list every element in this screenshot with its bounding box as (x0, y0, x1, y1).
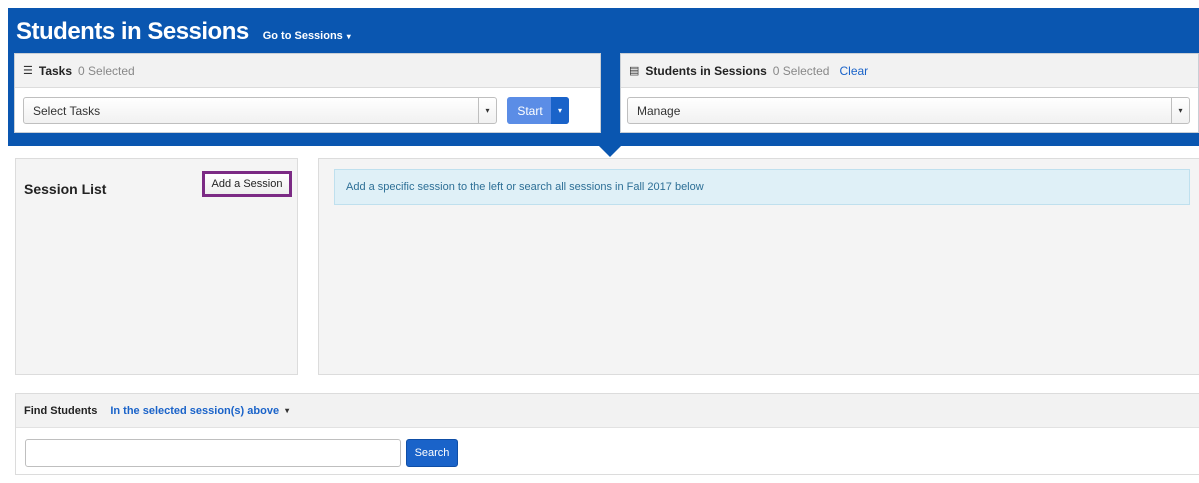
select-tasks-value: Select Tasks (33, 103, 101, 118)
session-list-panel: Session List Add a Session (15, 158, 298, 375)
header-pointer-arrow (598, 145, 622, 157)
select-tasks-dropdown[interactable]: Select Tasks ▾ (23, 97, 497, 124)
search-button[interactable]: Search (406, 439, 458, 467)
go-to-sessions-label: Go to Sessions (262, 30, 343, 42)
sis-label: Students in Sessions (645, 63, 767, 78)
find-students-label: Find Students (24, 404, 98, 417)
manage-dropdown[interactable]: Manage ▾ (627, 97, 1190, 124)
clear-link[interactable]: Clear (839, 64, 868, 78)
chevron-down-icon: ▾ (478, 98, 496, 123)
manage-value: Manage (637, 103, 681, 118)
info-message: Add a specific session to the left or se… (334, 169, 1190, 205)
title-row: Students in Sessions Go to Sessions ▾ (16, 18, 351, 46)
main-content-area: Add a specific session to the left or se… (318, 158, 1199, 375)
tasks-selected-count: 0 Selected (78, 63, 135, 78)
students-in-sessions-panel: ▤ Students in Sessions 0 Selected Clear … (620, 53, 1199, 133)
chevron-down-icon: ▾ (1171, 98, 1189, 123)
chevron-down-icon: ▾ (285, 406, 290, 415)
go-to-sessions-link[interactable]: Go to Sessions ▾ (263, 30, 351, 42)
tasks-panel-header: ☰ Tasks 0 Selected (15, 54, 600, 88)
search-scope-dropdown[interactable]: In the selected session(s) above ▾ (110, 405, 289, 417)
search-scope-label: In the selected session(s) above (110, 404, 280, 417)
start-button[interactable]: Start ▾ (507, 97, 569, 124)
sis-selected-count: 0 Selected (772, 63, 830, 78)
tasks-label: Tasks (38, 63, 73, 78)
session-list-title: Session List (24, 181, 107, 197)
tasks-panel: ☰ Tasks 0 Selected Select Tasks ▾ Start … (14, 53, 601, 133)
chevron-down-icon: ▾ (346, 31, 351, 41)
sis-panel-header: ▤ Students in Sessions 0 Selected Clear (621, 54, 1198, 88)
chevron-down-icon[interactable]: ▾ (551, 97, 569, 124)
find-students-header: Find Students In the selected session(s)… (16, 394, 1199, 428)
calendar-icon: ▤ (629, 65, 640, 77)
find-students-panel: Find Students In the selected session(s)… (15, 393, 1199, 475)
start-button-label: Start (517, 103, 543, 118)
find-students-input[interactable] (25, 439, 401, 467)
add-session-button[interactable]: Add a Session (202, 171, 292, 197)
list-icon: ☰ (23, 65, 33, 77)
page-title: Students in Sessions (16, 18, 249, 45)
